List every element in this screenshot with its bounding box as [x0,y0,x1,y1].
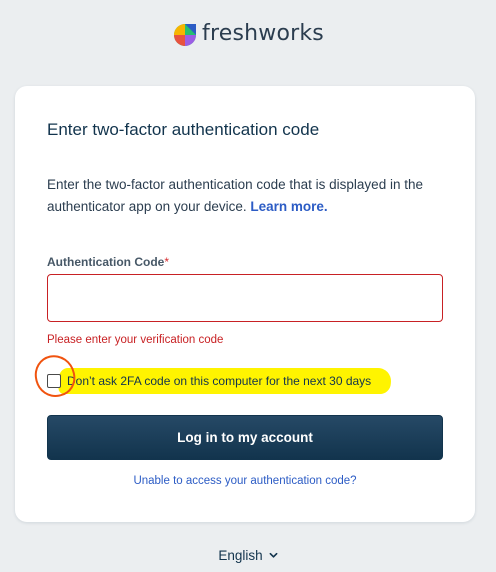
card-title: Enter two-factor authentication code [47,120,320,139]
card-description: Enter the two-factor authentication code… [47,174,447,218]
freshworks-logo-icon [174,24,197,46]
chevron-down-icon [269,552,278,558]
auth-code-input[interactable] [47,274,443,322]
required-marker: * [164,255,169,269]
error-message: Please enter your verification code [47,334,224,346]
unable-to-access-link[interactable]: Unable to access your authentication cod… [15,475,475,487]
two-factor-card: Enter two-factor authentication code Ent… [15,86,475,522]
login-button[interactable]: Log in to my account [47,415,443,460]
login-page: freshworks Enter two-factor authenticati… [0,0,496,572]
language-label: English [218,548,263,563]
language-selector[interactable]: English [0,548,496,563]
description-text: Enter the two-factor authentication code… [47,177,423,214]
auth-code-label-text: Authentication Code [47,255,165,269]
brand-logo: freshworks [0,18,496,48]
auth-code-label: Authentication Code* [47,255,169,269]
remember-device-label[interactable]: Don’t ask 2FA code on this computer for … [67,374,371,388]
remember-device-row: Don’t ask 2FA code on this computer for … [31,351,392,401]
learn-more-link[interactable]: Learn more. [250,199,327,214]
brand-name: freshworks [202,20,324,46]
